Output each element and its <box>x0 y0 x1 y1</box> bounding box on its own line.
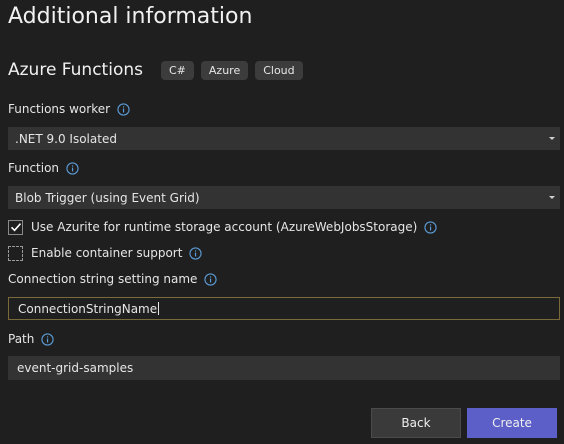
path-value: event-grid-samples <box>17 361 134 375</box>
info-icon[interactable] <box>117 102 130 116</box>
functions-worker-value: .NET 9.0 Isolated <box>15 131 117 146</box>
info-icon[interactable] <box>204 272 218 286</box>
info-icon[interactable] <box>424 220 437 234</box>
container-support-checkbox[interactable] <box>8 245 23 261</box>
path-label: Path <box>8 332 35 346</box>
page-title: Additional information <box>8 4 253 29</box>
use-azurite-label: Use Azurite for runtime storage account … <box>31 220 418 234</box>
chevron-down-icon <box>549 137 555 140</box>
connection-string-value: ConnectionStringName <box>18 301 158 316</box>
function-dropdown[interactable]: Blob Trigger (using Event Grid) <box>8 186 560 209</box>
project-header: Azure Functions C# Azure Cloud <box>8 58 303 82</box>
function-label-row: Function <box>8 160 79 176</box>
connection-string-input[interactable]: ConnectionStringName <box>8 297 560 320</box>
info-icon[interactable] <box>41 332 55 346</box>
functions-worker-label-row: Functions worker <box>8 101 130 117</box>
info-icon[interactable] <box>66 161 79 175</box>
text-cursor <box>158 302 160 315</box>
use-azurite-option[interactable]: Use Azurite for runtime storage account … <box>8 219 437 235</box>
tag-azure: Azure <box>200 60 249 80</box>
additional-information-dialog: Additional information Azure Functions C… <box>0 0 564 444</box>
tag-cloud: Cloud <box>255 60 303 80</box>
info-icon[interactable] <box>189 246 203 260</box>
create-button[interactable]: Create <box>467 408 557 438</box>
path-label-row: Path <box>8 331 55 347</box>
functions-worker-label: Functions worker <box>8 102 111 116</box>
project-template-name: Azure Functions <box>8 60 143 80</box>
connection-string-label-row: Connection string setting name <box>8 271 218 287</box>
back-button[interactable]: Back <box>371 408 461 438</box>
project-tags: C# Azure Cloud <box>160 60 303 80</box>
function-label: Function <box>8 161 60 175</box>
function-value: Blob Trigger (using Event Grid) <box>15 190 200 205</box>
use-azurite-checkbox[interactable] <box>8 219 23 235</box>
path-input[interactable]: event-grid-samples <box>8 356 560 380</box>
container-support-label: Enable container support <box>31 246 183 260</box>
chevron-down-icon <box>549 196 555 199</box>
functions-worker-dropdown[interactable]: .NET 9.0 Isolated <box>8 127 560 150</box>
tag-csharp: C# <box>160 60 194 80</box>
connection-string-label: Connection string setting name <box>8 272 198 286</box>
container-support-option[interactable]: Enable container support <box>8 245 203 261</box>
checkmark-icon <box>10 223 21 232</box>
